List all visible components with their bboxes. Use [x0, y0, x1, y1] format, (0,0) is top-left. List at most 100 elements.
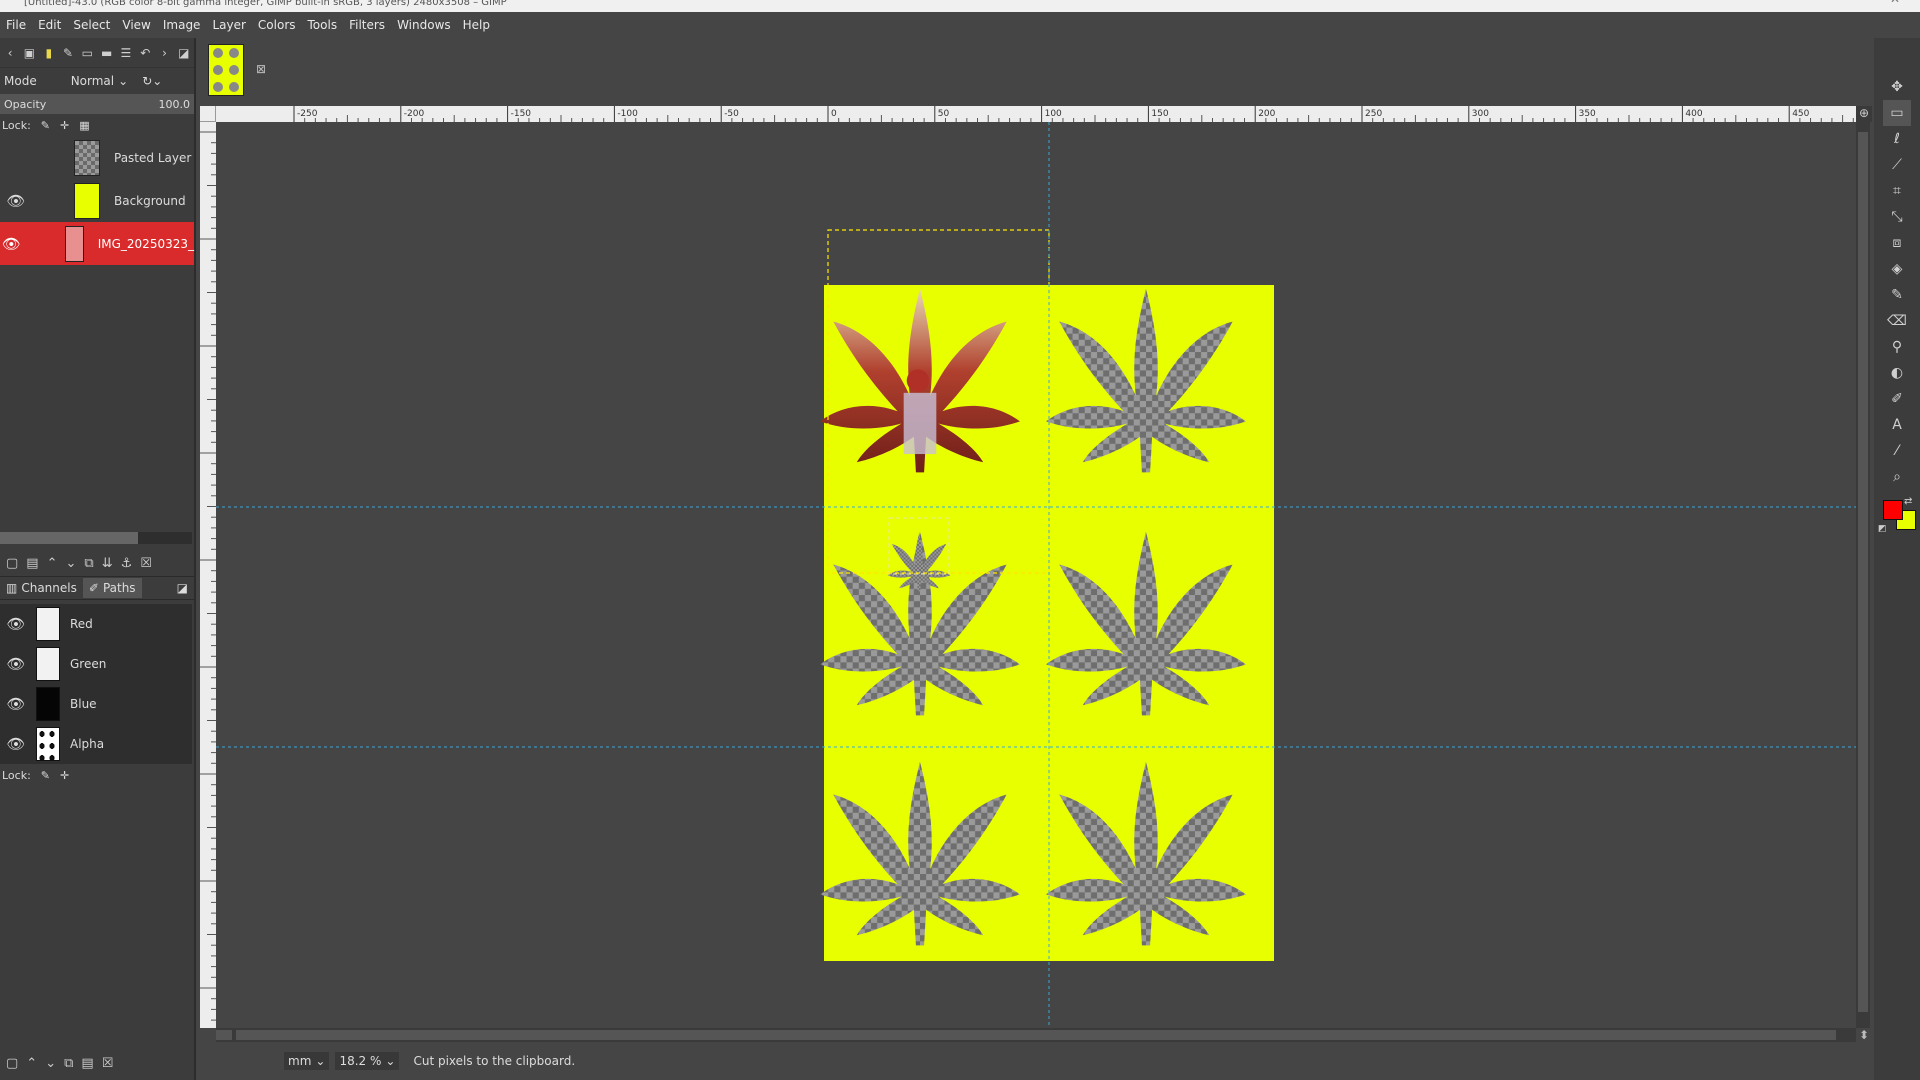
menu-windows[interactable]: Windows	[391, 18, 457, 32]
close-icon[interactable]: ✕	[1890, 0, 1900, 5]
close-tab-icon[interactable]: ⊠	[256, 62, 266, 76]
image-tab-thumbnail[interactable]	[208, 44, 244, 96]
tool-options-icon[interactable]: ▣	[21, 44, 37, 62]
channel-row[interactable]: 👁 Blue	[0, 684, 192, 724]
opacity-value[interactable]: 100.0	[159, 98, 191, 111]
gradients-icon[interactable]: ▬	[98, 44, 114, 62]
duplicate-channel-icon[interactable]: ⧉	[64, 1056, 73, 1071]
raise-channel-icon[interactable]: ⌃	[26, 1056, 37, 1071]
raise-layer-icon[interactable]: ⌃	[47, 556, 58, 571]
eye-icon[interactable]: 👁	[0, 222, 23, 265]
lower-layer-icon[interactable]: ⌄	[66, 556, 77, 571]
visibility-toggle[interactable]	[0, 136, 32, 179]
horizontal-scrollbar[interactable]	[216, 1028, 1856, 1042]
eye-icon[interactable]: 👁	[0, 179, 32, 222]
rect-select-tool-icon[interactable]: ▭	[1883, 100, 1911, 126]
new-layer-icon[interactable]: ▢	[6, 556, 18, 571]
lower-channel-icon[interactable]: ⌄	[45, 1056, 56, 1071]
navigate-icon[interactable]: ⬍	[1856, 1028, 1872, 1042]
reset-mode-icon[interactable]: ↻⌄	[142, 74, 162, 88]
undo-history-icon[interactable]: ↶	[137, 44, 153, 62]
eye-icon[interactable]: 👁	[0, 724, 32, 764]
tab-paths[interactable]: ✐ Paths	[82, 578, 142, 598]
paint-icon[interactable]: ✎	[60, 44, 76, 62]
swap-colors-icon[interactable]: ⇄	[1904, 496, 1912, 507]
move-tool-icon[interactable]: ✥	[1883, 74, 1911, 100]
menu-colors[interactable]: Colors	[252, 18, 302, 32]
zoom-tool-icon[interactable]: ⌕	[1883, 464, 1911, 490]
duplicate-layer-icon[interactable]: ⧉	[84, 556, 93, 571]
opacity-slider[interactable]: Opacity 100.0	[0, 94, 194, 114]
bucket-fill-tool-icon[interactable]: ◈	[1883, 256, 1911, 282]
menu-edit[interactable]: Edit	[32, 18, 67, 32]
menu-help[interactable]: Help	[457, 18, 496, 32]
lock-position-icon[interactable]: ✛	[60, 769, 69, 782]
scroll-thumb[interactable]	[236, 1030, 1836, 1040]
delete-channel-icon[interactable]: ☒	[102, 1056, 114, 1071]
default-colors-icon[interactable]: ◩	[1878, 524, 1887, 534]
menu-layer[interactable]: Layer	[206, 18, 251, 32]
lasso-tool-icon[interactable]: ℓ	[1883, 126, 1911, 152]
layer-row-active[interactable]: 👁 IMG_20250323_	[0, 222, 194, 265]
eye-icon[interactable]: 👁	[0, 604, 32, 644]
delete-layer-icon[interactable]: ☒	[140, 556, 152, 571]
zoom-select[interactable]: 18.2 % ⌄	[335, 1052, 400, 1070]
menu-view[interactable]: View	[116, 18, 156, 32]
tab-channels[interactable]: ▥ Channels	[0, 578, 83, 598]
foreground-color-swatch[interactable]	[1883, 500, 1903, 520]
clone-tool-icon[interactable]: ⚲	[1883, 334, 1911, 360]
lock-pixels-icon[interactable]: ✎	[41, 769, 50, 782]
lock-alpha-icon[interactable]: ▦	[79, 119, 89, 132]
menu-select[interactable]: Select	[67, 18, 116, 32]
mode-select[interactable]: Normal ⌄	[71, 74, 128, 88]
channel-row[interactable]: 👁 Green	[0, 644, 192, 684]
lock-pixels-icon[interactable]: ✎	[41, 119, 50, 132]
smudge-tool-icon[interactable]: ◐	[1883, 360, 1911, 386]
scroll-left-icon[interactable]	[216, 1030, 232, 1040]
unified-transform-tool-icon[interactable]: ⤡	[1883, 204, 1911, 230]
layers-hscroll[interactable]	[0, 532, 192, 544]
dock-menu-icon[interactable]: ◪	[177, 581, 194, 595]
eye-icon[interactable]: 👁	[0, 684, 32, 724]
canvas-svg[interactable]	[216, 122, 1856, 1028]
paintbrush-tool-icon[interactable]: ✎	[1883, 282, 1911, 308]
eye-icon[interactable]: 👁	[0, 644, 32, 684]
zoom-icon[interactable]: ⊕	[1856, 106, 1872, 122]
color-swatches[interactable]: ⇄ ◩	[1874, 496, 1920, 550]
merge-layer-icon[interactable]: ⇊	[102, 556, 113, 571]
canvas-area[interactable]	[216, 122, 1856, 1028]
crop-tool-icon[interactable]: ⌗	[1883, 178, 1911, 204]
menu-file[interactable]: File	[0, 18, 32, 32]
menu-tools[interactable]: Tools	[302, 18, 344, 32]
unit-select[interactable]: mm ⌄	[284, 1052, 330, 1070]
menu-filters[interactable]: Filters	[343, 18, 391, 32]
dock-menu-icon[interactable]: ◪	[176, 44, 192, 62]
chevron-left-icon[interactable]: ‹	[2, 44, 18, 62]
paths-tool-icon[interactable]: ✐	[1883, 386, 1911, 412]
channel-row[interactable]: 👁 Alpha	[0, 724, 192, 764]
brushes-icon[interactable]: ▮	[41, 44, 57, 62]
fuzzy-select-tool-icon[interactable]: ⟋	[1883, 152, 1911, 178]
patterns-icon[interactable]: ▭	[79, 44, 95, 62]
menu-image[interactable]: Image	[157, 18, 207, 32]
warp-tool-icon[interactable]: ⧈	[1883, 230, 1911, 256]
chevron-right-icon[interactable]: ›	[156, 44, 172, 62]
minimize-icon[interactable]: –	[1840, 0, 1846, 5]
eraser-tool-icon[interactable]: ⌫	[1883, 308, 1911, 334]
new-channel-icon[interactable]: ▢	[6, 1056, 18, 1071]
vertical-scrollbar[interactable]	[1856, 122, 1870, 1028]
vertical-ruler[interactable]	[200, 122, 216, 1028]
channel-to-selection-icon[interactable]: ▤	[81, 1056, 93, 1071]
ruler-corner[interactable]	[200, 106, 216, 122]
layers-icon[interactable]: ☰	[118, 44, 134, 62]
new-group-icon[interactable]: ▤	[26, 556, 38, 571]
color-picker-tool-icon[interactable]: ⁄	[1883, 438, 1911, 464]
layer-row[interactable]: Pasted Layer	[0, 136, 194, 179]
layer-row[interactable]: 👁 Background	[0, 179, 194, 222]
text-tool-icon[interactable]: A	[1883, 412, 1911, 438]
anchor-layer-icon[interactable]: ⚓	[121, 556, 133, 571]
channel-row[interactable]: 👁 Red	[0, 604, 192, 644]
scroll-thumb[interactable]	[1858, 132, 1868, 1012]
scroll-thumb[interactable]	[0, 532, 138, 544]
horizontal-ruler[interactable]: -250 -200 -150 -100 -50 0 50 100 150 200 250 300 350…	[216, 106, 1856, 122]
